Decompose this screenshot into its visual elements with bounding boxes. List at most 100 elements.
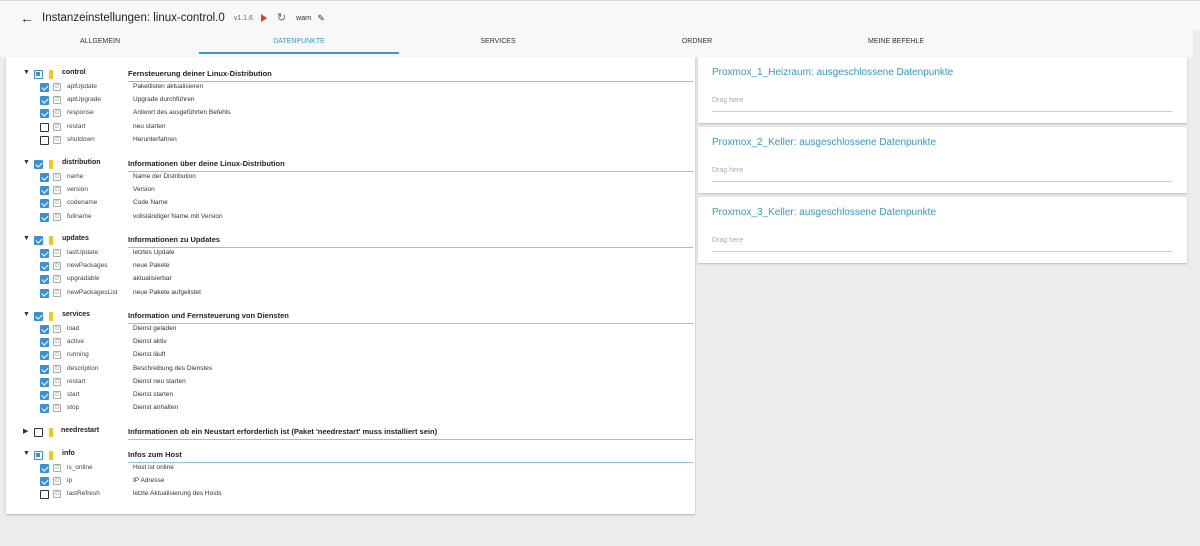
folder-checkbox[interactable] — [34, 451, 43, 460]
datapoint-row[interactable]: Dcodename Code Name — [6, 197, 695, 210]
datapoint-checkbox[interactable] — [40, 490, 49, 500]
folder-checkbox[interactable] — [34, 236, 43, 245]
folder-row-needrestart[interactable]: ▶ needrestart Informationen ob ein Neustar… — [6, 426, 695, 440]
caret-down-icon[interactable]: ▼ — [23, 450, 31, 457]
datapoint-row[interactable]: Ddescription Beschreibung des Dienstes — [6, 363, 695, 376]
state-file-icon: D — [53, 338, 61, 347]
datapoint-row[interactable]: Dshutdown Herunterfahren — [6, 134, 695, 147]
datapoint-row[interactable]: DaptUpgrade Upgrade durchführen — [6, 94, 695, 107]
datapoint-checkbox[interactable] — [40, 477, 49, 487]
datapoint-description: letztes Update — [133, 249, 175, 256]
folder-row-info[interactable]: ▼ info Infos zum Host — [6, 449, 695, 463]
reload-icon[interactable]: ↻ — [277, 13, 286, 24]
datapoint-checkbox[interactable] — [40, 325, 49, 334]
datapoint-checkbox[interactable] — [40, 364, 49, 374]
play-icon[interactable] — [260, 14, 267, 22]
datapoint-row[interactable]: Dupgradable aktualisierbar — [6, 273, 695, 286]
folder-icon — [49, 312, 53, 321]
drop-zone-placeholder[interactable]: Drag here — [712, 97, 743, 104]
datapoint-checkbox[interactable] — [40, 122, 49, 132]
folder-checkbox[interactable] — [34, 70, 43, 79]
caret-down-icon[interactable]: ▼ — [23, 69, 31, 76]
datapoint-row[interactable]: Dname Name der Distribution — [6, 171, 695, 184]
datapoint-checkbox[interactable] — [40, 249, 49, 258]
host-card-title: Proxmox_3_Keller: ausgeschlossene Datenp… — [712, 207, 937, 218]
datapoint-description: Dienst geladen — [133, 325, 177, 332]
datapoint-row[interactable]: DlastUpdate letztes Update — [6, 247, 695, 260]
folder-name: needrestart — [61, 427, 100, 434]
folder-checkbox[interactable] — [34, 428, 43, 437]
datapoint-row[interactable]: Drestart Dienst neu starten — [6, 376, 695, 389]
back-arrow-icon[interactable]: ← — [20, 10, 34, 26]
tab-meine-befehle[interactable]: MEINE BEFEHLE — [796, 31, 996, 53]
page-title: Instanzeinstellungen: linux-control.0 — [42, 12, 225, 24]
tab-ordner[interactable]: ORDNER — [597, 31, 797, 53]
state-file-icon: D — [53, 288, 61, 297]
datapoint-row[interactable]: DlastRefresh letzte Aktualisierung des Ho… — [6, 488, 695, 501]
datapoint-checkbox[interactable] — [40, 262, 49, 272]
tab-services[interactable]: SERVICES — [398, 31, 598, 53]
datapoint-checkbox[interactable] — [40, 275, 49, 285]
datapoint-row[interactable]: Drunning Dienst läuft — [6, 349, 695, 362]
datapoint-name: lastUpdate — [67, 249, 99, 256]
datapoint-row[interactable]: Dresponse Antwort des ausgeführten Befehl… — [6, 107, 695, 120]
folder-row-distribution[interactable]: ▼ distribution Informationen über deine Li… — [6, 158, 695, 172]
datapoint-row[interactable]: Dstop Dienst anhalten — [6, 402, 695, 415]
datapoint-row[interactable]: Dstart Dienst starten — [6, 389, 695, 402]
datapoint-checkbox[interactable] — [40, 404, 49, 414]
datapoint-row[interactable]: Dfullname vollständiger Name mit Version — [6, 211, 695, 224]
datapoint-row[interactable]: DaptUpdate Paketlisten aktualisieren — [6, 81, 695, 94]
datapoint-checkbox[interactable] — [40, 173, 49, 182]
folder-description: Informationen über deine Linux-Distribut… — [128, 159, 285, 168]
active-tab-indicator — [199, 52, 399, 54]
scrollbar[interactable] — [1193, 30, 1200, 546]
datapoint-checkbox[interactable] — [40, 391, 49, 400]
drop-zone-placeholder[interactable]: Drag here — [712, 237, 743, 244]
datapoint-description: aktualisierbar — [133, 275, 172, 283]
datapoint-name: newPackagesList — [67, 288, 118, 296]
datapoint-row[interactable]: Dversion Version — [6, 184, 695, 197]
folder-checkbox[interactable] — [34, 312, 43, 321]
datapoint-description: letzte Aktualisierung des Hosts — [133, 490, 222, 498]
caret-right-icon[interactable]: ▶ — [23, 427, 31, 435]
datapoint-description: Beschreibung des Dienstes — [133, 364, 213, 372]
datapoint-checkbox[interactable] — [40, 464, 49, 473]
datapoint-checkbox[interactable] — [40, 109, 49, 119]
datapoint-checkbox[interactable] — [40, 351, 49, 361]
tab-allgemein[interactable]: ALLGEMEIN — [0, 31, 200, 53]
datapoint-name: version — [67, 186, 88, 194]
datapoint-row[interactable]: Dip IP Adresse — [6, 475, 695, 488]
datapoint-row[interactable]: DnewPackages neue Pakete — [6, 260, 695, 273]
datapoint-checkbox[interactable] — [40, 288, 49, 298]
datapoint-checkbox[interactable] — [40, 212, 49, 222]
drop-zone-placeholder[interactable]: Drag here — [712, 167, 743, 174]
caret-down-icon[interactable]: ▼ — [23, 311, 31, 318]
folder-description: Informationen zu Updates — [128, 235, 221, 244]
datapoint-row[interactable]: Dactive Dienst aktiv — [6, 336, 695, 349]
datapoint-checkbox[interactable] — [40, 186, 49, 196]
caret-down-icon[interactable]: ▼ — [23, 235, 31, 242]
datapoint-name: restart — [67, 377, 86, 385]
folder-row-services[interactable]: ▼ services Information und Fernsteuerung v… — [6, 310, 695, 324]
tab-datenpunkte[interactable]: DATENPUNKTE — [199, 31, 399, 53]
datapoint-checkbox[interactable] — [40, 199, 49, 209]
datapoint-name: fullname — [67, 212, 92, 220]
datapoint-checkbox[interactable] — [40, 338, 49, 348]
edit-pencil-icon[interactable]: ✎ — [317, 13, 325, 24]
caret-down-icon[interactable]: ▼ — [23, 159, 31, 166]
state-file-icon: D — [53, 199, 61, 208]
folder-row-updates[interactable]: ▼ updates Informationen zu Updates — [6, 234, 695, 248]
datapoint-checkbox[interactable] — [40, 135, 49, 145]
datapoint-row[interactable]: Dis_online Host ist online — [6, 462, 695, 475]
datapoint-row[interactable]: Drestart neu starten — [6, 121, 695, 134]
datapoint-checkbox[interactable] — [40, 96, 49, 106]
datapoint-row[interactable]: DnewPackagesList neue Pakete aufgelistet — [6, 287, 695, 300]
datapoint-row[interactable]: Dload Dienst geladen — [6, 323, 695, 336]
folder-row-control[interactable]: ▼ control Fernsteuerung deiner Linux-Distr… — [6, 68, 695, 82]
loglevel-label[interactable]: warn — [296, 15, 311, 22]
datapoint-checkbox[interactable] — [40, 83, 49, 92]
state-file-icon: D — [53, 364, 61, 373]
datapoint-description: Dienst aktiv — [133, 338, 167, 346]
folder-checkbox[interactable] — [34, 160, 43, 169]
datapoint-checkbox[interactable] — [40, 377, 49, 387]
